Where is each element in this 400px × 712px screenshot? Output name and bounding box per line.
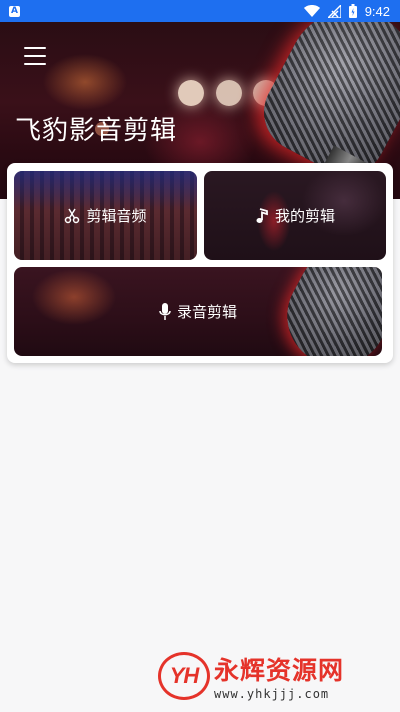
status-time: 9:42 xyxy=(364,3,390,19)
menu-line xyxy=(24,47,46,49)
record-edit-label: 录音剪辑 xyxy=(176,303,237,321)
watermark-logo: YH xyxy=(158,652,210,700)
cut-audio-button[interactable]: 剪辑音频 xyxy=(14,171,197,260)
record-edit-label-group: 录音剪辑 xyxy=(159,301,237,322)
menu-line xyxy=(24,63,46,65)
feature-card: 剪辑音频 我的剪辑 录音剪辑 xyxy=(7,163,393,363)
cut-audio-label-group: 剪辑音频 xyxy=(64,205,147,226)
my-edits-label: 我的剪辑 xyxy=(274,207,335,225)
wifi-icon xyxy=(303,5,320,17)
microphone-icon xyxy=(159,302,171,320)
cut-audio-label: 剪辑音频 xyxy=(86,207,147,225)
app-title: 飞豹影音剪辑 xyxy=(15,116,178,146)
watermark-name: 永辉资源网 xyxy=(214,656,345,685)
my-edits-button[interactable]: 我的剪辑 xyxy=(204,171,386,260)
scissors-icon xyxy=(65,208,80,223)
status-bar: A 9:42 xyxy=(0,0,400,22)
microphone-graphic xyxy=(269,267,382,356)
music-note-icon xyxy=(256,207,268,223)
watermark-text: 永辉资源网 www.yhkjjj.com xyxy=(214,651,344,701)
status-left: A xyxy=(9,5,20,17)
notification-icon: A xyxy=(9,5,20,17)
menu-line xyxy=(24,55,46,57)
bokeh-light xyxy=(178,80,204,106)
my-edits-label-group: 我的剪辑 xyxy=(255,205,335,226)
record-edit-button[interactable]: 录音剪辑 xyxy=(14,267,382,356)
status-right: 9:42 xyxy=(303,3,390,19)
watermark-url: www.yhkjjj.com xyxy=(214,687,330,701)
battery-icon xyxy=(348,4,357,18)
signal-icon xyxy=(327,4,341,18)
menu-icon[interactable] xyxy=(24,47,46,65)
bokeh-light xyxy=(216,80,242,106)
watermark: YH 永辉资源网 www.yhkjjj.com xyxy=(158,651,344,701)
